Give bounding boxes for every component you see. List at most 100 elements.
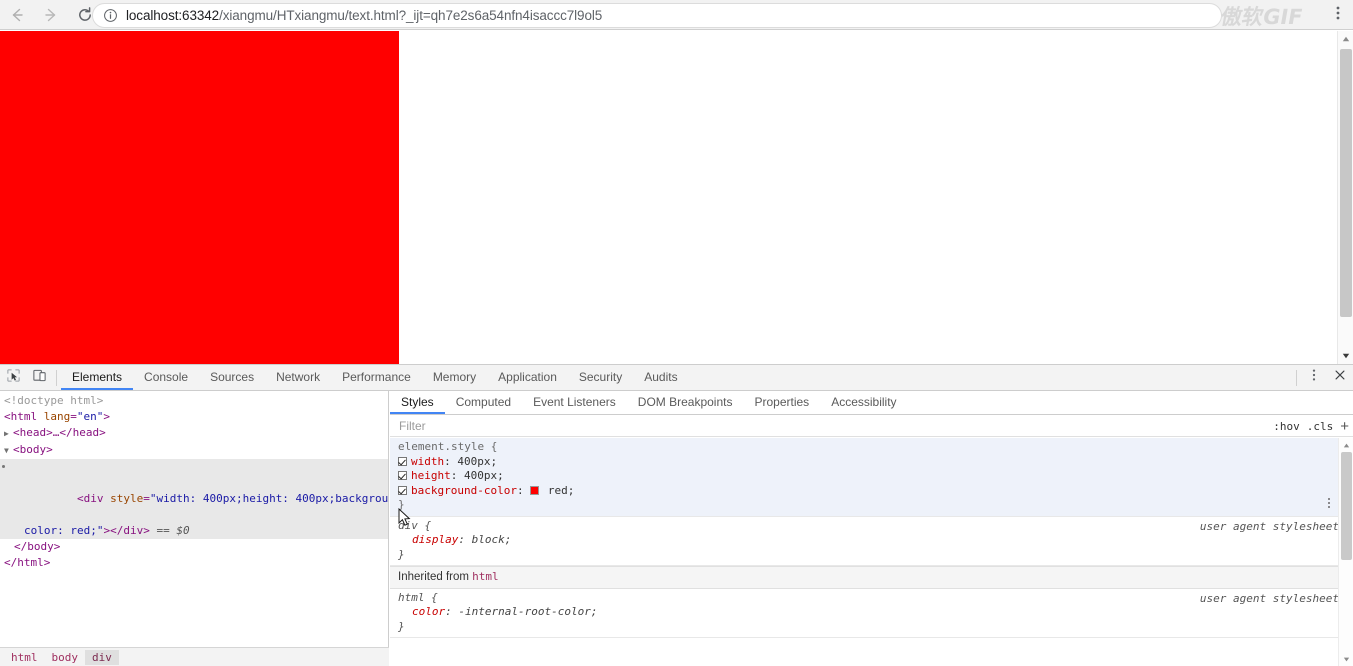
styles-tab-computed-label: Computed: [455, 394, 512, 409]
declaration-height[interactable]: height: 400px;: [390, 469, 1353, 484]
property-value[interactable]: block;: [465, 533, 512, 546]
dom-breadcrumb: html body div: [0, 647, 389, 666]
tab-console[interactable]: Console: [133, 365, 199, 390]
dom-line-body[interactable]: ▼ <body>: [0, 442, 388, 459]
tab-security[interactable]: Security: [568, 365, 633, 390]
dom-line-head[interactable]: ▶ <head>…</head>: [0, 425, 388, 442]
scroll-up-arrow[interactable]: [1338, 31, 1353, 47]
dom-line-html[interactable]: <html lang="en">: [0, 409, 388, 425]
breadcrumb-item-div[interactable]: div: [85, 649, 119, 665]
property-value[interactable]: red;: [541, 484, 575, 497]
red-div-element[interactable]: [0, 31, 399, 364]
html-tag-open: <html: [4, 410, 38, 423]
tab-performance[interactable]: Performance: [331, 365, 422, 390]
devtools-menu-button[interactable]: [1301, 365, 1327, 390]
body-close-text: </body>: [14, 540, 61, 553]
styles-filter-input[interactable]: Filter: [390, 419, 426, 433]
declaration-width[interactable]: width: 400px;: [390, 455, 1353, 470]
tab-audits[interactable]: Audits: [633, 365, 688, 390]
collapse-triangle-icon[interactable]: ▼: [4, 443, 13, 459]
styles-pane: Styles Computed Event Listeners DOM Brea…: [390, 391, 1353, 666]
tab-memory[interactable]: Memory: [422, 365, 487, 390]
page-scrollbar-thumb[interactable]: [1340, 49, 1352, 317]
browser-menu-button[interactable]: [1323, 0, 1353, 30]
dom-line-body-close[interactable]: </body>: [0, 539, 388, 555]
back-button[interactable]: [0, 0, 34, 30]
device-toolbar-button[interactable]: [26, 365, 52, 390]
browser-toolbar-right: [1323, 0, 1353, 30]
info-circle-icon[interactable]: [103, 8, 118, 23]
styles-scroll-down-arrow[interactable]: [1339, 652, 1353, 666]
cls-toggle[interactable]: .cls: [1307, 420, 1334, 433]
dom-line-doctype[interactable]: <!doctype html>: [0, 393, 388, 409]
tab-elements-label: Elements: [72, 369, 123, 384]
property-value[interactable]: -internal-root-color;: [452, 605, 597, 618]
hov-toggle[interactable]: :hov: [1273, 420, 1300, 433]
new-style-rule-button[interactable]: +: [1340, 418, 1349, 435]
forward-button[interactable]: [34, 0, 68, 30]
breadcrumb-item-body[interactable]: body: [45, 650, 86, 665]
rule-div[interactable]: div { display: block; } user agent style…: [390, 517, 1353, 566]
dom-tree-pane[interactable]: <!doctype html> <html lang="en"> ▶ <head>…: [0, 391, 389, 666]
arrow-left-icon: [8, 6, 26, 24]
styles-tab-accessibility-label: Accessibility: [831, 394, 897, 409]
tab-network[interactable]: Network: [265, 365, 331, 390]
scroll-down-arrow[interactable]: [1338, 348, 1353, 364]
rule-element-style[interactable]: element.style { width: 400px; height: 40…: [390, 438, 1353, 517]
styles-scrollbar[interactable]: [1338, 438, 1353, 666]
property-name[interactable]: height: [411, 469, 451, 482]
toolbar-divider: [56, 369, 57, 386]
inherited-target-link[interactable]: html: [472, 570, 499, 583]
enable-checkbox[interactable]: [398, 485, 407, 495]
devtools-tabbar: Elements Console Sources Network Perform…: [0, 365, 1353, 391]
inspect-element-button[interactable]: [0, 365, 26, 390]
enable-checkbox[interactable]: [398, 471, 407, 480]
property-name[interactable]: display: [412, 533, 458, 546]
property-value[interactable]: 400px;: [451, 455, 497, 468]
dom-line-html-close[interactable]: </html>: [0, 555, 388, 571]
dom-line-div-selected-cont[interactable]: color: red;"></div> == $0: [0, 523, 388, 539]
styles-tab-properties[interactable]: Properties: [743, 391, 820, 414]
rule-html[interactable]: html { color: -internal-root-color; } us…: [390, 589, 1353, 638]
property-value[interactable]: 400px;: [457, 469, 504, 482]
declaration-background-color[interactable]: background-color: red;: [390, 484, 1353, 499]
rule-close-html: }: [390, 620, 1353, 635]
property-name[interactable]: color: [412, 605, 445, 618]
styles-scroll-up-arrow[interactable]: [1339, 438, 1353, 452]
property-name[interactable]: width: [411, 455, 444, 468]
tab-application[interactable]: Application: [487, 365, 568, 390]
devtools-close-button[interactable]: [1327, 365, 1353, 390]
toolbar-divider-right: [1296, 369, 1297, 386]
styles-scrollbar-thumb[interactable]: [1341, 452, 1352, 560]
rule-selector-element-style: element.style {: [390, 440, 1353, 455]
address-bar[interactable]: localhost:63342/xiangmu/HTxiangmu/text.h…: [92, 3, 1222, 28]
styles-filter-controls: :hov .cls +: [1273, 415, 1349, 437]
styles-tab-dom-breakpoints[interactable]: DOM Breakpoints: [627, 391, 744, 414]
page-scrollbar[interactable]: [1337, 31, 1353, 364]
tab-audits-label: Audits: [644, 369, 678, 384]
doctype-text: <!doctype html>: [4, 394, 104, 407]
styles-tab-accessibility[interactable]: Accessibility: [820, 391, 907, 414]
div-tag-close: ></div>: [103, 524, 150, 537]
declaration-color[interactable]: color: -internal-root-color;: [390, 605, 1353, 620]
declaration-display[interactable]: display: block;: [390, 533, 1353, 548]
div-style-attr: style: [110, 492, 144, 505]
tab-memory-label: Memory: [432, 369, 477, 384]
styles-tab-computed[interactable]: Computed: [445, 391, 522, 414]
dom-line-div-selected[interactable]: <div style="width: 400px;height: 400px;b…: [0, 459, 388, 523]
breadcrumb-item-html[interactable]: html: [4, 650, 45, 665]
browser-toolbar: localhost:63342/xiangmu/HTxiangmu/text.h…: [0, 0, 1353, 30]
closing-brace: }: [398, 547, 405, 561]
close-icon: [1333, 368, 1347, 387]
color-swatch-icon[interactable]: [530, 485, 540, 495]
styles-tab-event-listeners[interactable]: Event Listeners: [522, 391, 627, 414]
div-style-value-1: "width: 400px;height: 400px;background-: [149, 492, 389, 505]
expand-triangle-icon[interactable]: ▶: [4, 426, 13, 442]
tab-sources[interactable]: Sources: [199, 365, 265, 390]
styles-tab-styles[interactable]: Styles: [390, 391, 445, 414]
enable-checkbox[interactable]: [398, 456, 407, 466]
property-name[interactable]: background-color: [411, 484, 517, 497]
rule-menu-button[interactable]: [1323, 496, 1335, 510]
tab-elements[interactable]: Elements: [61, 365, 134, 390]
styles-tab-event-listeners-label: Event Listeners: [533, 394, 616, 409]
